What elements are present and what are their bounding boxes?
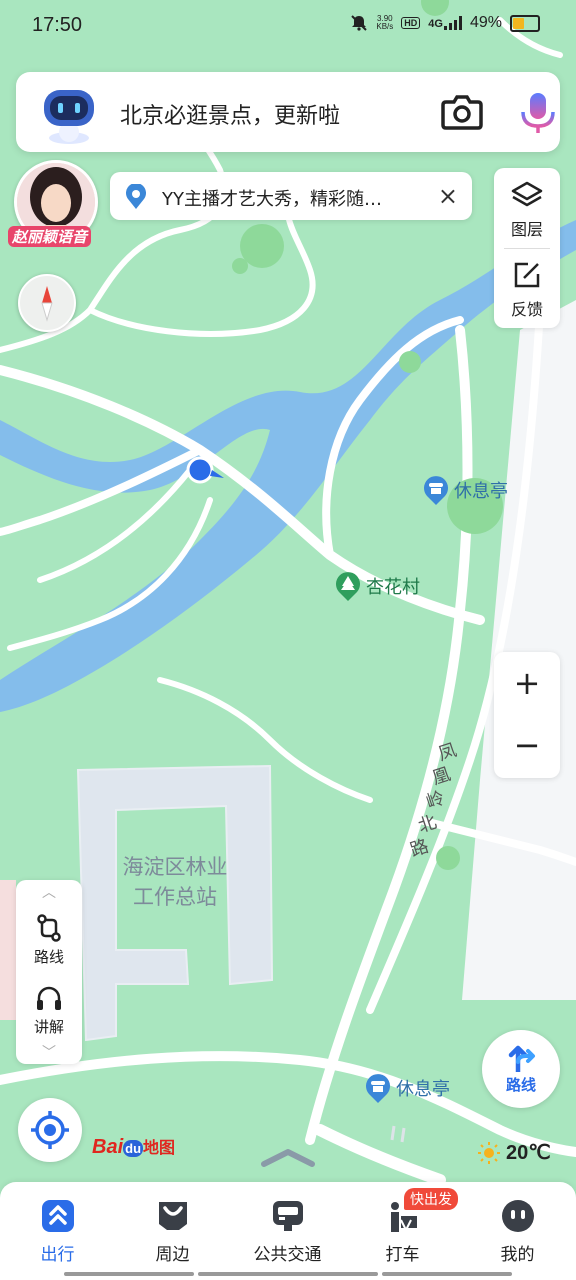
home-indicator (64, 1272, 194, 1276)
notice-banner[interactable]: YY主播才艺大秀，精彩随… × (110, 172, 472, 220)
battery-percent: 49% (469, 14, 502, 31)
close-icon[interactable]: × (438, 182, 458, 210)
headphones-icon (37, 986, 61, 1010)
tab-profile[interactable]: 我的 (460, 1182, 575, 1280)
logo-text-bai: Bai (92, 1136, 124, 1158)
status-bar: 17:50 3.90 KB/s HD 4G 49% (0, 0, 576, 52)
signal-bars-icon (443, 16, 462, 30)
layers-label: 图层 (510, 220, 543, 239)
locate-icon (31, 1111, 69, 1149)
map-tools-panel: 图层 反馈 (494, 168, 560, 328)
camera-icon[interactable] (440, 92, 484, 132)
home-indicator (382, 1272, 512, 1276)
zoom-controls: + − (494, 652, 560, 778)
travel-icon (42, 1200, 74, 1232)
network-speed: 3.90 KB/s (376, 15, 393, 31)
signal-label: 4G (428, 18, 443, 30)
poi-label: 杏花村 (366, 577, 420, 598)
route-button-label: 路线 (505, 1076, 536, 1094)
tab-label: 周边 (155, 1245, 190, 1265)
pavilion-icon (424, 476, 448, 505)
audio-guide-label: 讲解 (33, 1018, 64, 1036)
poi-rest-pavilion-2[interactable]: 休息亭 (364, 1072, 450, 1104)
mute-icon (351, 15, 368, 31)
poi-label: 休息亭 (396, 1079, 450, 1100)
pull-up-handle-icon[interactable] (258, 1146, 318, 1168)
location-pin-icon (126, 184, 146, 209)
tree-icon (336, 572, 360, 601)
weather-widget[interactable]: 20℃ (478, 1140, 551, 1165)
audio-guide-button[interactable]: 讲解 (16, 980, 82, 1040)
voice-avatar-label[interactable]: 赵丽颖语音 (8, 226, 92, 247)
locate-button[interactable] (18, 1098, 82, 1162)
poi-village[interactable]: 杏花村 (334, 570, 420, 602)
chevron-up-icon[interactable]: ︿ (16, 882, 82, 902)
tab-public-transit[interactable]: 公共交通 (230, 1182, 345, 1280)
bus-icon (273, 1201, 303, 1231)
route-plan-button[interactable]: 路线 (16, 910, 82, 970)
route-plan-label: 路线 (33, 948, 64, 966)
notice-text[interactable]: YY主播才艺大秀，精彩随… (162, 185, 424, 211)
nearby-icon (159, 1202, 187, 1230)
poi-label: 休息亭 (454, 481, 508, 502)
chevron-down-icon[interactable]: ﹀ (16, 1042, 82, 1062)
logo-text-du: du (123, 1140, 144, 1157)
zoom-in-button[interactable]: + (494, 664, 560, 702)
current-location-marker (184, 454, 228, 494)
compass[interactable] (18, 274, 76, 332)
search-bar[interactable]: 北京必逛景点，更新啦 (16, 72, 560, 152)
layers-icon (511, 181, 543, 207)
sun-icon (478, 1141, 500, 1164)
area-label: 海淀区林业 工作总站 (100, 852, 250, 912)
home-indicator (198, 1272, 378, 1276)
baidu-map-logo: Bai du 地图 (92, 1134, 175, 1159)
feedback-icon (514, 262, 540, 288)
tab-label: 公共交通 (253, 1245, 322, 1265)
bottom-tab-bar: 出行 周边 公共交通 打车 我的 (0, 1182, 576, 1280)
tab-travel[interactable]: 出行 (0, 1182, 115, 1280)
search-query[interactable]: 北京必逛景点，更新啦 (120, 98, 340, 130)
profile-icon (502, 1200, 534, 1232)
poi-rest-pavilion-1[interactable]: 休息亭 (422, 474, 508, 506)
area-label-line2: 工作总站 (133, 885, 217, 909)
battery-icon (510, 14, 540, 32)
tab-label: 我的 (500, 1245, 535, 1265)
route-arrow-icon (508, 1045, 535, 1072)
route-icon (37, 914, 61, 942)
feedback-button[interactable]: 反馈 (494, 248, 560, 328)
tab-label: 打车 (385, 1245, 420, 1265)
pavilion-icon (366, 1074, 390, 1103)
temperature: 20℃ (506, 1142, 551, 1164)
zoom-out-button[interactable]: − (494, 726, 560, 764)
area-label-line1: 海淀区林业 (122, 855, 228, 879)
taxi-badge: 快出发 (404, 1188, 458, 1210)
tab-nearby[interactable]: 周边 (115, 1182, 230, 1280)
tab-label: 出行 (40, 1245, 75, 1265)
assistant-robot-icon[interactable] (40, 86, 98, 146)
logo-text-ditu: 地图 (143, 1140, 176, 1157)
hd-badge: HD (401, 17, 421, 29)
status-time: 17:50 (32, 14, 83, 36)
side-panel: ︿ 路线 讲解 ﹀ (16, 880, 82, 1064)
feedback-label: 反馈 (510, 300, 543, 319)
microphone-icon[interactable] (516, 90, 560, 136)
signal-indicator: 4G (428, 16, 462, 30)
route-button[interactable]: 路线 (482, 1030, 560, 1108)
network-speed-unit: KB/s (376, 22, 394, 31)
layers-button[interactable]: 图层 (494, 168, 560, 248)
compass-icon (41, 286, 53, 322)
